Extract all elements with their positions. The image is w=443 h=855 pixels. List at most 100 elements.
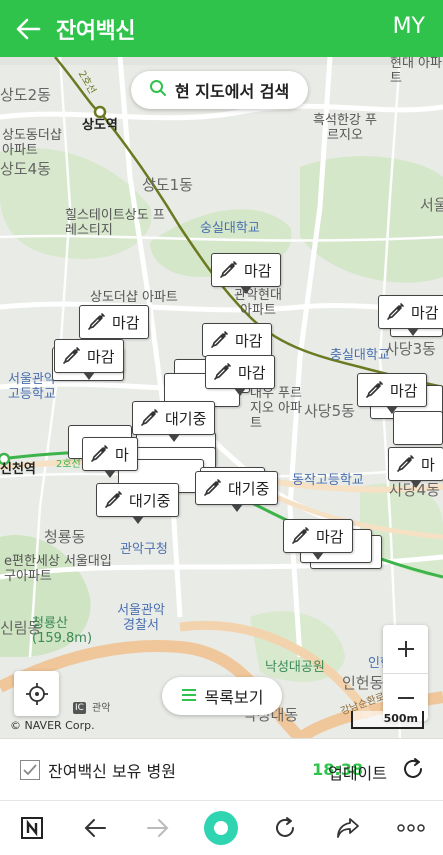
hospital-marker[interactable]: 마감 (79, 305, 149, 346)
crosshair-icon (25, 682, 48, 705)
list-view-button[interactable]: 목록보기 (162, 677, 282, 715)
map-label: 상도1동 (142, 176, 193, 194)
plus-icon (397, 641, 414, 657)
list-view-label: 목록보기 (204, 688, 264, 707)
syringe-icon (103, 490, 123, 510)
syringe-icon (139, 408, 159, 428)
home-dot-icon (204, 811, 239, 845)
map-label: 관악현대 아파트 (234, 288, 282, 318)
syringe-icon (212, 362, 232, 382)
filter-checkbox[interactable] (20, 759, 40, 780)
map-label: 동작고등학교 (292, 473, 364, 488)
app-header: 잔여백신 MY (0, 0, 443, 57)
map-view[interactable]: 상도2동 상도동더샵 아파트 상도4동 상도역 2호선 상도1동 힐스테이트상도… (0, 57, 443, 738)
hospital-marker[interactable]: 마감 (211, 253, 281, 294)
browser-forward-button[interactable] (136, 806, 180, 850)
checkmark-icon (23, 763, 37, 775)
filter-bar: 잔여백신 보유 병원 18:38 업데이트 (0, 738, 443, 800)
marker-status: 대기중 (129, 491, 171, 510)
map-label: 낙성대공원 (265, 660, 325, 675)
naver-home-button[interactable] (10, 806, 54, 850)
map-label: 서울 (420, 196, 443, 214)
map-label: 힐스테이트상도 프레스티지 (65, 208, 165, 238)
map-label: 관악구청 (120, 542, 168, 557)
hospital-marker[interactable]: 대기중 (96, 483, 180, 524)
map-label: 관악 (92, 703, 111, 714)
forward-arrow-icon (147, 819, 169, 837)
map-label: 현대 아파트 (390, 57, 442, 86)
map-label: e편한세상 서울대입구아파트 (4, 554, 112, 584)
map-label: 인헌동 (342, 674, 384, 692)
reload-icon (275, 817, 294, 837)
zoom-in-button[interactable] (383, 625, 428, 673)
map-label: 2호선 (56, 459, 81, 470)
refresh-button[interactable] (401, 757, 425, 785)
map-label: 흑석한강 푸르지오 (313, 113, 377, 143)
hospital-marker[interactable]: 마 (82, 437, 138, 478)
search-icon (149, 79, 167, 101)
map-scale: 500m (351, 711, 424, 729)
syringe-icon (395, 454, 415, 474)
map-label: 사당5동 (304, 402, 355, 420)
current-location-button[interactable] (14, 671, 59, 716)
hospital-marker[interactable]: 마감 (283, 519, 353, 560)
map-label: 숭실대학교 (200, 221, 260, 236)
back-button[interactable] (0, 0, 56, 57)
hospital-marker-stack (393, 411, 443, 445)
hospital-marker[interactable]: 대기중 (132, 401, 216, 442)
marker-status: 마감 (112, 313, 140, 332)
browser-home-button[interactable] (199, 806, 243, 850)
hospital-marker[interactable]: 마감 (205, 355, 275, 396)
marker-status: 마감 (390, 381, 418, 400)
share-icon (337, 818, 359, 838)
map-label: 청룡산 (159.8m) (32, 616, 93, 646)
syringe-icon (290, 526, 310, 546)
marker-status: 마감 (238, 363, 266, 382)
map-label: 상도동더샵 아파트 (2, 128, 62, 158)
hospital-marker[interactable]: 대기중 (195, 471, 279, 512)
update-label: 업데이트 (328, 764, 387, 783)
map-label: 상도더샵 아파트 (90, 290, 178, 305)
syringe-icon (202, 478, 222, 498)
my-button[interactable]: MY (393, 14, 425, 39)
zoom-controls (383, 625, 428, 721)
hospital-marker[interactable]: 마 (388, 447, 443, 488)
minus-icon (397, 696, 414, 699)
syringe-icon (385, 302, 405, 322)
search-here-button[interactable]: 현 지도에서 검색 (131, 71, 308, 109)
marker-status: 마감 (316, 527, 344, 546)
map-label: IC (73, 702, 86, 715)
hospital-marker[interactable]: 마감 (54, 339, 124, 380)
syringe-icon (364, 380, 384, 400)
browser-reload-button[interactable] (263, 806, 307, 850)
map-label: 상도2동 (0, 86, 51, 104)
marker-status: 마감 (87, 347, 115, 366)
marker-status: 대기중 (165, 409, 207, 428)
station-label: 신천역 (0, 462, 36, 477)
map-label: 충실대학교 (330, 348, 390, 363)
browser-navbar (0, 800, 443, 855)
search-here-label: 현 지도에서 검색 (175, 82, 290, 101)
map-label: 사당3동 (385, 340, 436, 358)
refresh-icon (404, 758, 422, 778)
map-label: 서울관악 경찰서 (117, 603, 165, 633)
syringe-icon (86, 312, 106, 332)
hospital-marker[interactable]: 마감 (357, 373, 427, 414)
syringe-icon (89, 444, 109, 464)
hospital-marker[interactable]: 마감 (378, 295, 443, 336)
more-icon (397, 824, 426, 832)
marker-status: 마 (115, 445, 129, 464)
browser-more-button[interactable] (389, 806, 433, 850)
marker-status: 마감 (244, 261, 272, 280)
map-label: 상도4동 (0, 160, 51, 178)
browser-back-button[interactable] (73, 806, 117, 850)
marker-status: 마감 (411, 303, 439, 322)
back-arrow-icon (16, 18, 41, 39)
marker-status: 마감 (235, 331, 263, 350)
browser-share-button[interactable] (326, 806, 370, 850)
marker-status: 마 (421, 455, 435, 474)
list-icon (181, 687, 197, 706)
naver-n-icon (20, 817, 43, 839)
hospital-marker[interactable]: 마감 (202, 323, 272, 364)
filter-label[interactable]: 잔여백신 보유 병원 (48, 758, 176, 782)
